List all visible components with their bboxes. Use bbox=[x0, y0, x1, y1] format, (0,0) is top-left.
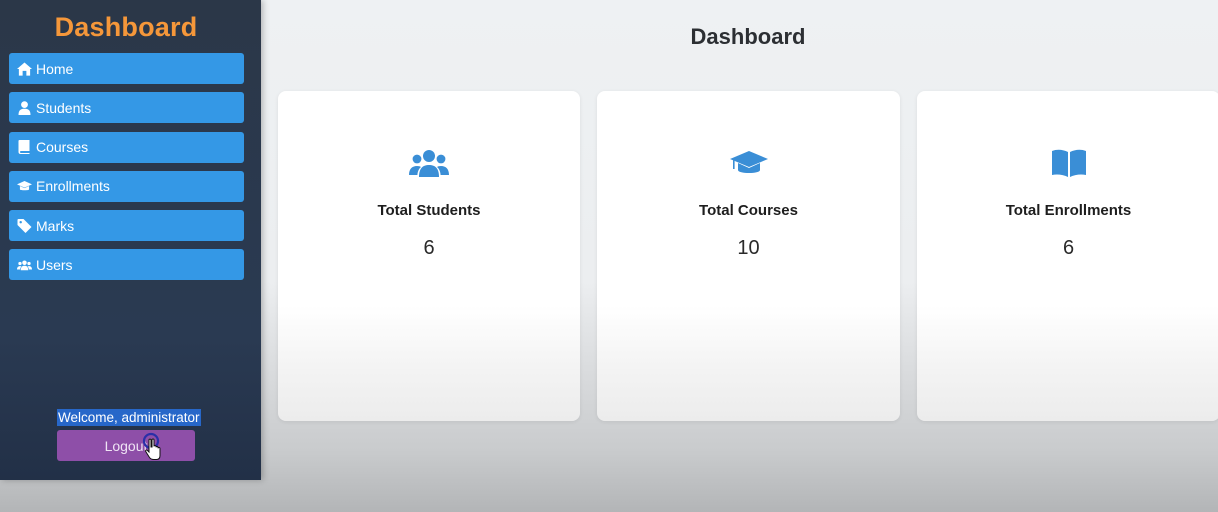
stat-card-courses: Total Courses 10 bbox=[597, 91, 900, 421]
sidebar: Dashboard Home Students Courses Enrollme… bbox=[0, 0, 261, 480]
stat-card-value: 6 bbox=[1062, 237, 1075, 259]
sidebar-item-label: Students bbox=[36, 99, 92, 116]
tag-icon bbox=[17, 218, 32, 233]
users-icon bbox=[409, 150, 449, 177]
sidebar-menu: Home Students Courses Enrollments Marks … bbox=[9, 53, 244, 289]
sidebar-item-courses[interactable]: Courses bbox=[9, 131, 244, 163]
open-book-icon bbox=[1051, 149, 1086, 177]
stat-card-label: Total Enrollments bbox=[1005, 202, 1132, 219]
sidebar-item-enrollments[interactable]: Enrollments bbox=[9, 170, 244, 202]
sidebar-item-label: Home bbox=[36, 60, 74, 77]
book-icon bbox=[18, 140, 30, 155]
stat-card-label: Total Students bbox=[377, 202, 481, 219]
stat-card-enrollments: Total Enrollments 6 bbox=[917, 91, 1218, 421]
stat-card-value: 6 bbox=[423, 237, 435, 259]
user-icon bbox=[18, 100, 31, 115]
home-icon bbox=[17, 61, 32, 76]
graduation-cap-icon bbox=[17, 181, 32, 191]
pointer-cursor-icon bbox=[142, 432, 161, 460]
sidebar-item-label: Users bbox=[36, 256, 73, 273]
page-title: Dashboard bbox=[690, 24, 806, 49]
graduation-cap-icon bbox=[729, 151, 768, 173]
sidebar-item-students[interactable]: Students bbox=[9, 92, 244, 124]
welcome-text: Welcome, administrator bbox=[57, 409, 201, 426]
sidebar-item-label: Marks bbox=[36, 217, 75, 234]
users-icon bbox=[17, 260, 32, 271]
logout-button[interactable]: Logout bbox=[57, 430, 195, 461]
stat-card-students: Total Students 6 bbox=[278, 91, 580, 421]
sidebar-item-marks[interactable]: Marks bbox=[9, 210, 244, 242]
sidebar-item-label: Courses bbox=[36, 139, 89, 156]
sidebar-item-users[interactable]: Users bbox=[9, 249, 244, 281]
stat-card-label: Total Courses bbox=[699, 202, 798, 219]
sidebar-brand-title: Dashboard bbox=[54, 12, 198, 42]
stat-card-value: 10 bbox=[737, 237, 760, 259]
sidebar-item-home[interactable]: Home bbox=[9, 53, 244, 84]
sidebar-item-label: Enrollments bbox=[36, 178, 110, 195]
